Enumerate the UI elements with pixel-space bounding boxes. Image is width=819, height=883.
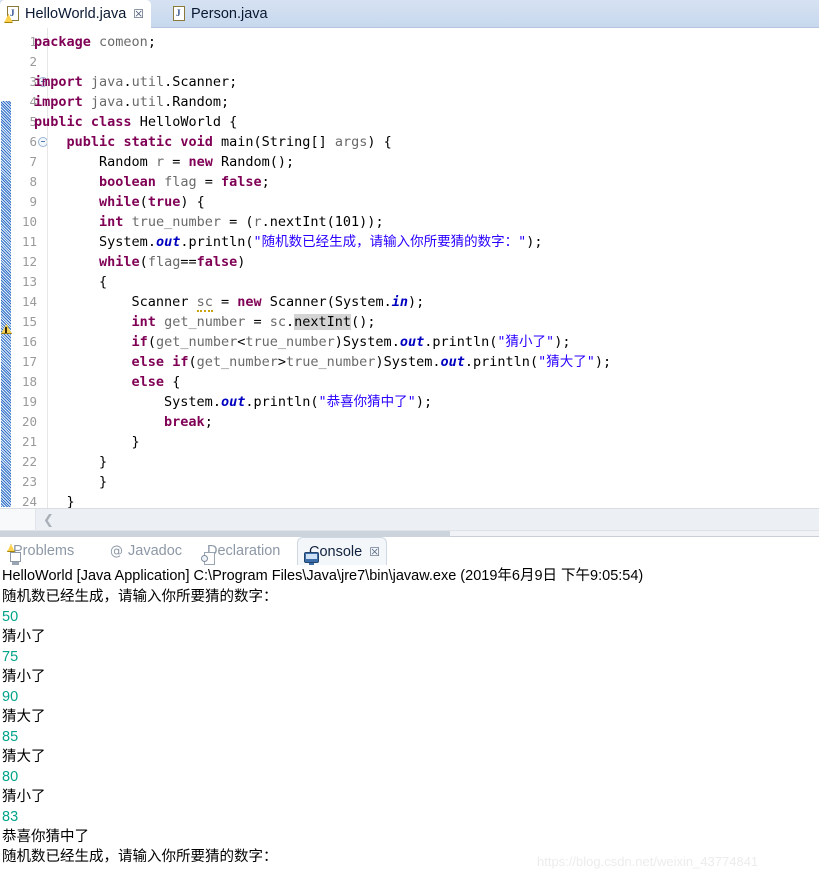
javadoc-icon: @ xyxy=(110,544,123,559)
watermark-text: https://blog.csdn.net/weixin_43774841 xyxy=(537,854,759,869)
console-input-line: 80 xyxy=(2,769,19,785)
code-line[interactable]: System.out.println("随机数已经生成，请输入你所要猜的数字："… xyxy=(34,232,819,252)
code-line[interactable]: public class HelloWorld { xyxy=(34,112,819,132)
view-tab-label: Problems xyxy=(13,543,75,559)
close-icon[interactable]: ☒ xyxy=(133,8,144,20)
code-line[interactable]: } xyxy=(34,472,819,492)
code-editor[interactable]: 1 2 3 4 5 6 7 8 9 10 11 12 13 14 15 16 17 18 19 20 21 22 23 24 … xyxy=(0,28,819,508)
code-line[interactable]: int get_number = sc.nextInt(); xyxy=(34,312,819,332)
code-line[interactable]: package comeon; xyxy=(34,32,819,52)
code-line[interactable]: else if(get_number>true_number)System.ou… xyxy=(34,352,819,372)
code-line[interactable]: boolean flag = false; xyxy=(34,172,819,192)
editor-tab-person-java[interactable]: J Person.java xyxy=(166,0,281,28)
console-output-line: 猜大了 xyxy=(2,709,46,725)
eclipse-window: J HelloWorld.java ☒ J Person.java 1234567891… xyxy=(0,0,819,883)
editor-tab-helloworld-java[interactable]: J HelloWorld.java ☒ xyxy=(0,0,152,28)
view-tab-label: Declaration xyxy=(207,543,281,559)
console-view[interactable]: HelloWorld [Java Application] C:\Program… xyxy=(0,565,819,883)
editor-bottom-bar: ❮ xyxy=(0,508,819,530)
close-icon[interactable]: ☒ xyxy=(369,545,380,559)
code-line[interactable]: if(get_number<true_number)System.out.pri… xyxy=(34,332,819,352)
editor-annotation-gutter[interactable] xyxy=(0,28,13,508)
code-line[interactable] xyxy=(34,52,819,72)
code-line[interactable]: while(flag==false) xyxy=(34,252,819,272)
view-tab-label: Javadoc xyxy=(128,543,183,559)
code-line[interactable]: int true_number = (r.nextInt(101)); xyxy=(34,212,819,232)
editor-tab-label: HelloWorld.java xyxy=(25,6,127,22)
console-output-line: 猜小了 xyxy=(2,789,46,805)
console-output-line: 猜小了 xyxy=(2,629,46,645)
scroll-left-icon[interactable]: ❮ xyxy=(43,513,54,528)
view-tab-problems[interactable]: Problems xyxy=(2,537,80,565)
editor-tab-label: Person.java xyxy=(191,6,268,22)
code-line[interactable]: else { xyxy=(34,372,819,392)
warning-marker-icon[interactable] xyxy=(0,322,13,336)
code-line[interactable]: Random r = new Random(); xyxy=(34,152,819,172)
view-tab-bar: Problems @ Javadoc Declaration Console ☒ xyxy=(0,537,819,566)
view-tab-declaration[interactable]: Declaration xyxy=(196,537,286,565)
code-line[interactable]: } xyxy=(34,452,819,472)
console-input-line: 75 xyxy=(2,649,19,665)
source-code[interactable]: package comeon; import java.util.Scanner… xyxy=(34,32,819,508)
console-output-line: 随机数已经生成，请输入你所要猜的数字： xyxy=(2,589,278,605)
console-output-line: 恭喜你猜中了 xyxy=(2,829,89,845)
code-line[interactable]: while(true) { xyxy=(34,192,819,212)
console-output: 随机数已经生成，请输入你所要猜的数字： 50 猜小了 75 猜小了 90 猜大了 85 猜大了 8… xyxy=(0,587,819,867)
console-output-line: 猜大了 xyxy=(2,749,46,765)
console-input-line: 83 xyxy=(2,809,19,825)
code-line[interactable]: break; xyxy=(34,412,819,432)
editor-bottom-corner xyxy=(0,509,36,530)
code-line[interactable]: import java.util.Scanner; xyxy=(34,72,819,92)
editor-tab-bar: J HelloWorld.java ☒ J Person.java xyxy=(0,0,819,28)
view-tab-console[interactable]: Console ☒ xyxy=(297,537,387,566)
console-launch-header: HelloWorld [Java Application] C:\Program… xyxy=(2,568,644,584)
java-file-icon: J xyxy=(172,6,187,22)
console-input-line: 50 xyxy=(2,609,19,625)
code-line[interactable]: public static void main(String[] args) { xyxy=(34,132,819,152)
view-tab-javadoc[interactable]: @ Javadoc xyxy=(104,537,188,565)
horizontal-scrollbar[interactable] xyxy=(0,530,819,537)
folding-region-stripe xyxy=(1,101,11,507)
code-line[interactable]: Scanner sc = new Scanner(System.in); xyxy=(34,292,819,312)
console-input-line: 85 xyxy=(2,729,19,745)
console-output-line: 猜小了 xyxy=(2,669,46,685)
console-input-line: 90 xyxy=(2,689,19,705)
code-line[interactable]: } xyxy=(34,492,819,508)
code-line[interactable]: System.out.println("恭喜你猜中了"); xyxy=(34,392,819,412)
code-line[interactable]: import java.util.Random; xyxy=(34,92,819,112)
code-line[interactable]: } xyxy=(34,432,819,452)
code-line[interactable]: { xyxy=(34,272,819,292)
java-file-warning-icon: J xyxy=(4,6,21,23)
